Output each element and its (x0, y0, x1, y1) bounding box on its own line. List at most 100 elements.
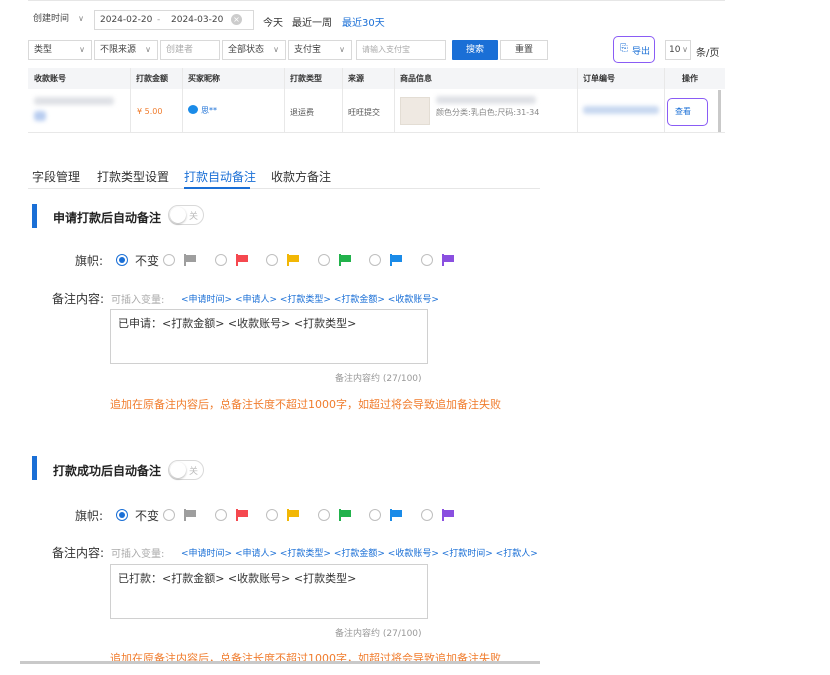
quick-last-week[interactable]: 最近一周 (292, 14, 332, 29)
view-button[interactable]: 查看 (667, 98, 708, 126)
flag-radio-none[interactable] (116, 509, 128, 521)
tab-pay-type-settings[interactable]: 打款类型设置 (97, 168, 169, 185)
variable-links[interactable]: <申请时间> <申请人> <打款类型> <打款金额> <收款账号> (181, 292, 439, 305)
order-no-blurred (583, 106, 659, 114)
flag-no-change-label: 不变 (135, 254, 160, 268)
bottom-scroll-edge (20, 661, 540, 664)
date-range-picker[interactable]: 2024-02-20 - 2024-03-20 × (94, 10, 254, 30)
product-thumbnail[interactable] (400, 97, 430, 125)
quick-today[interactable]: 今天 (263, 14, 283, 29)
tabs-underline (28, 188, 540, 189)
gray-flag-icon (184, 254, 196, 266)
pay-method-select[interactable]: 支付宝 ∨ (288, 40, 352, 60)
tab-payee-remark[interactable]: 收款方备注 (271, 168, 331, 185)
type-select[interactable]: 类型 ∨ (28, 40, 92, 60)
note-text: 已申请：<打款金额> <收款账号> <打款类型> (118, 317, 357, 330)
wangwang-icon[interactable] (188, 105, 198, 114)
page-size-select[interactable]: 10 ∨ (665, 40, 691, 60)
time-type-label: 创建时间 (33, 14, 70, 24)
flag-radio-yellow[interactable] (266, 509, 278, 521)
time-type-select[interactable]: 创建时间 ∨ (28, 10, 90, 30)
status-select[interactable]: 全部状态 ∨ (222, 40, 286, 60)
alipay-input[interactable]: 请输入支付宝 (356, 40, 446, 60)
note-textarea[interactable]: 已打款：<打款金额> <收款账号> <打款类型> (110, 564, 428, 619)
tab-field-management[interactable]: 字段管理 (32, 168, 80, 185)
flag-label: 旗帜: (75, 509, 104, 523)
flag-radio-blue[interactable] (369, 509, 381, 521)
top-divider (28, 0, 725, 1)
type-label: 类型 (34, 45, 53, 55)
flag-radio-red[interactable] (215, 509, 227, 521)
col-order-no: 订单编号 (583, 74, 615, 83)
divider (130, 68, 131, 132)
table-header (28, 68, 725, 89)
product-spec: 颜色分类:乳白色;尺码:31-34 (436, 108, 540, 117)
flag-radio-blue[interactable] (369, 254, 381, 266)
note-textarea[interactable]: 已申请：<打款金额> <收款账号> <打款类型> (110, 309, 428, 364)
toggle-knob (170, 462, 186, 478)
creator-input[interactable]: 创建者 (160, 40, 220, 60)
chevron-down-icon: ∨ (339, 45, 345, 54)
flag-radio-yellow[interactable] (266, 254, 278, 266)
divider (394, 68, 395, 132)
tab-auto-remark[interactable]: 打款自动备注 (184, 168, 256, 185)
pay-method-label: 支付宝 (294, 45, 322, 55)
section1-title: 申请打款后自动备注 (53, 211, 162, 225)
col-action: 操作 (682, 74, 698, 83)
divider (577, 68, 578, 132)
export-icon: ⎘ (620, 43, 628, 54)
flag-radio-red[interactable] (215, 254, 227, 266)
section2-toggle[interactable]: 关 (168, 460, 204, 480)
flag-label: 旗帜: (75, 254, 104, 268)
variable-links[interactable]: <申请时间> <申请人> <打款类型> <打款金额> <收款账号> <打款时间>… (181, 546, 538, 559)
yellow-flag-icon (287, 509, 299, 521)
col-buyer: 买家昵称 (188, 74, 220, 83)
toggle-knob (170, 207, 186, 223)
flag-radio-purple[interactable] (421, 254, 433, 266)
flag-radio-gray[interactable] (163, 509, 175, 521)
account-blurred (34, 111, 46, 121)
row-divider (28, 132, 725, 133)
flag-radio-gray[interactable] (163, 254, 175, 266)
amount-value: ¥ 5.00 (137, 107, 163, 116)
flag-radio-green[interactable] (318, 254, 330, 266)
toggle-label: 关 (188, 212, 198, 222)
buyer-nickname[interactable]: 思** (201, 105, 217, 116)
green-flag-icon (339, 509, 351, 521)
blue-flag-icon (390, 254, 402, 266)
pay-type-value: 退运费 (290, 108, 314, 117)
flag-radio-none[interactable] (116, 254, 128, 266)
clear-date-icon[interactable]: × (231, 14, 242, 25)
reset-button[interactable]: 重置 (500, 40, 548, 60)
flag-radio-green[interactable] (318, 509, 330, 521)
var-hint: 可插入变量: (111, 295, 165, 306)
section-marker (32, 204, 37, 228)
section1-toggle[interactable]: 关 (168, 205, 204, 225)
divider (342, 68, 343, 132)
per-page-suffix: 条/页 (696, 48, 720, 59)
col-source: 来源 (348, 74, 364, 83)
flag-radio-purple[interactable] (421, 509, 433, 521)
divider (664, 68, 665, 132)
purple-flag-icon (442, 509, 454, 521)
divider (182, 68, 183, 132)
source-select[interactable]: 不限来源 ∨ (94, 40, 158, 60)
scrollbar[interactable] (718, 90, 721, 132)
red-flag-icon (236, 254, 248, 266)
note-text: 已打款：<打款金额> <收款账号> <打款类型> (118, 572, 357, 585)
red-flag-icon (236, 509, 248, 521)
note-label: 备注内容: (52, 546, 105, 560)
quick-last-30-days[interactable]: 最近30天 (342, 14, 385, 29)
char-count: 备注内容约 (27/100) (335, 629, 422, 639)
divider (284, 68, 285, 132)
green-flag-icon (339, 254, 351, 266)
alipay-placeholder: 请输入支付宝 (362, 45, 410, 54)
search-button[interactable]: 搜索 (452, 40, 498, 60)
char-count: 备注内容约 (27/100) (335, 374, 422, 384)
chevron-down-icon: ∨ (273, 45, 279, 54)
export-button[interactable]: ⎘ 导出 (613, 36, 655, 63)
view-label: 查看 (675, 107, 691, 116)
flag-no-change-label: 不变 (135, 509, 160, 523)
chevron-down-icon: ∨ (145, 45, 151, 54)
section2-title: 打款成功后自动备注 (53, 464, 162, 478)
